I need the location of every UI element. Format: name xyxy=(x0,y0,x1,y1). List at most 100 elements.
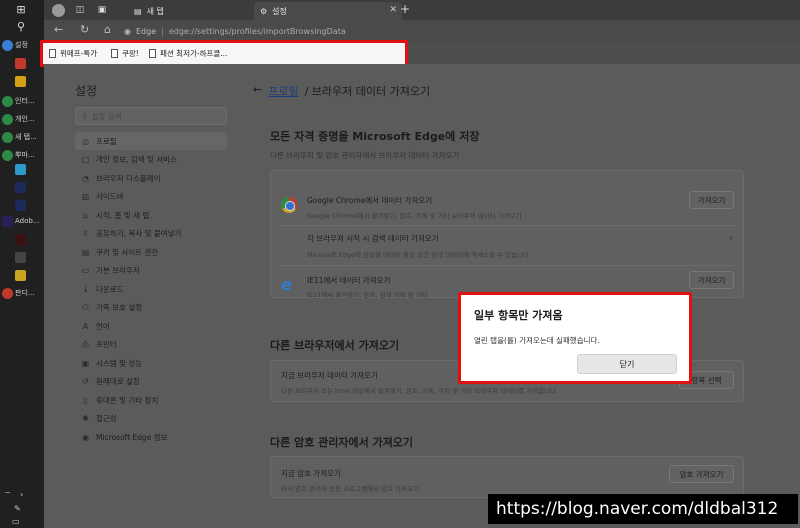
folder-icon[interactable] xyxy=(15,76,26,87)
sidebar-item-language[interactable]: A 언어 xyxy=(75,317,227,335)
sidebar-item-display[interactable]: ◔ 브라우저 디스플레이 xyxy=(75,169,227,187)
wifi-icon[interactable]: ⌔ xyxy=(4,490,12,500)
taskbar-app-settings[interactable]: 설정 xyxy=(2,36,42,54)
taskbar-app-chrome-2[interactable]: 개인... xyxy=(2,110,42,128)
sidebar-item-printer[interactable]: ⎙ 프린터 xyxy=(75,336,227,354)
adobe-app-icon[interactable] xyxy=(15,234,26,245)
share-icon: ⇪ xyxy=(82,229,89,238)
close-icon[interactable]: ✕ xyxy=(389,5,397,15)
watermark: https://blog.naver.com/dldbal312 xyxy=(488,494,798,524)
sidebar-item-share[interactable]: ⇪ 공유하기, 복사 및 붙여넣기 xyxy=(75,225,227,243)
person-icon: ◎ xyxy=(82,136,89,146)
settings-app-icon xyxy=(2,39,13,51)
gear-icon: ⚙ xyxy=(260,6,268,16)
partial-import-dialog: 일부 항목만 가져옴 열린 탭을(를) 가져오는데 실패했습니다. 닫기 xyxy=(458,292,692,384)
search-icon[interactable]: ⚲ xyxy=(14,20,28,34)
reset-icon: ↺ xyxy=(82,377,89,386)
workspaces-icon[interactable]: ◫ xyxy=(74,4,86,16)
dialog-message: 열린 탭을(를) 가져오는데 실패했습니다. xyxy=(474,336,600,345)
app-icon-red[interactable] xyxy=(15,58,26,69)
section1-subtitle: 다른 브라우저 및 암호 관리자에서 브라우저 데이터 가져오기 xyxy=(270,151,460,160)
family-icon: ⚇ xyxy=(81,303,90,312)
sidebar-item-label: 프린터 xyxy=(96,340,117,349)
sidebar-item-label: 브라우저 디스플레이 xyxy=(96,173,161,183)
sidebar-item-label: 시스템 및 성능 xyxy=(96,358,143,368)
address-bar[interactable]: ◉ Edge | edge://settings/profiles/import… xyxy=(124,23,346,39)
sidebar-item-lock[interactable]: ▢ 개인 정보, 검색 및 서비스 xyxy=(75,151,227,169)
sidebar-item-reset[interactable]: ↺ 원래대로 설정 xyxy=(75,373,227,391)
sidebar-item-label: 프로필 xyxy=(96,136,117,146)
sidebar-item-sidebar[interactable]: ▥ 사이드바 xyxy=(75,188,227,206)
chrome-import-button[interactable]: 가져오기 xyxy=(689,191,734,209)
browser-window: ◫ ▣ ▤ 새 탭 ⚙ 설정 ✕ + ← ↻ ⌂ ◉ Edge | edge:/… xyxy=(40,0,800,528)
lock-icon: ▢ xyxy=(81,155,90,164)
photoshop-icon-2[interactable] xyxy=(15,200,26,211)
chevron-right-icon[interactable]: › xyxy=(729,233,733,244)
chrome-import-title: Google Chrome에서 데이터 가져오기 xyxy=(307,196,433,205)
sidebar-item-edge[interactable]: ◉ Microsoft Edge 정보 xyxy=(75,428,227,446)
tab-actions-icon[interactable]: ▣ xyxy=(96,4,108,16)
toolbar: ← ↻ ⌂ ◉ Edge | edge://settings/profiles/… xyxy=(44,20,800,42)
tab-new-tab[interactable]: ▤ 새 탭 xyxy=(128,2,214,20)
new-tab-button[interactable]: + xyxy=(400,2,410,16)
search-input[interactable]: ⚲ 설정 검색 xyxy=(75,107,227,125)
sidebar-item-accessibility[interactable]: ✱ 접근성 xyxy=(75,410,227,428)
sidebar-item-label: 원래대로 설정 xyxy=(96,377,140,386)
photoshop-icon[interactable] xyxy=(15,182,26,193)
keyboard-icon[interactable]: ▭ xyxy=(12,517,20,526)
windows-start-icon[interactable]: ⊞ xyxy=(14,3,28,17)
favorite-item-2[interactable]: 쿠팡! xyxy=(111,48,139,59)
ie-icon: e xyxy=(281,275,292,294)
address-url: edge://settings/profiles/importBrowsingD… xyxy=(168,26,346,36)
sidebar-item-label: 가족 보호 설정 xyxy=(96,303,143,312)
tab-bar: ◫ ▣ ▤ 새 탭 ⚙ 설정 ✕ + xyxy=(44,0,800,20)
sidebar-item-system[interactable]: ▣ 시스템 및 성능 xyxy=(75,354,227,372)
chevron-right-icon[interactable]: › xyxy=(20,490,23,499)
taskbar-app-chrome-4[interactable]: 뿌마... xyxy=(2,146,42,164)
password-import-title: 지금 암호 가져오기 xyxy=(281,469,341,478)
pen-icon[interactable]: ✎ xyxy=(14,504,21,513)
taskbar-app-chrome-1[interactable]: 인터... xyxy=(2,92,42,110)
refresh-icon[interactable]: ↻ xyxy=(80,24,89,36)
sidebar-item-family[interactable]: ⚇ 가족 보호 설정 xyxy=(75,299,227,317)
taskbar-app-adobe[interactable]: Adob... xyxy=(2,212,42,230)
document-icon[interactable] xyxy=(15,252,26,263)
sidebar-item-download[interactable]: ↓ 다운로드 xyxy=(75,280,227,298)
taskbar-app-pandi[interactable]: 판디... xyxy=(2,284,42,302)
sidebar-item-cookie[interactable]: ▤ 쿠키 및 사이트 권한 xyxy=(75,243,227,261)
page-icon xyxy=(111,49,118,58)
premiere-icon xyxy=(2,215,13,227)
favorite-item-1[interactable]: 위메프-특가 xyxy=(49,48,97,59)
download-icon: ↓ xyxy=(82,284,89,294)
taskbar-app-chrome-3[interactable]: 새 탭... xyxy=(2,128,42,146)
sidebar-item-label: 쿠키 및 사이트 권한 xyxy=(96,247,159,257)
chrome-icon xyxy=(2,95,13,107)
app-icon-yellow[interactable] xyxy=(15,270,26,281)
profile-avatar[interactable] xyxy=(52,4,65,17)
ie-import-button[interactable]: 가져오기 xyxy=(689,271,734,289)
auto-import-title: 각 브라우저 시작 시 검색 데이터 가져오기 xyxy=(307,234,439,243)
ie-import-title: IE11에서 데이터 가져오기 xyxy=(307,276,391,285)
tab-icon: ▤ xyxy=(134,6,142,16)
sidebar-item-label: 개인 정보, 검색 및 서비스 xyxy=(96,155,177,164)
auto-import-desc: Microsoft Edge에 검색할 데이터 항상 최근 검색 데이터에 액세… xyxy=(307,251,532,259)
system-tray: ⌔ › ✎ ▭ xyxy=(0,484,44,528)
home-icon[interactable]: ⌂ xyxy=(104,24,111,36)
language-icon: A xyxy=(82,321,89,331)
sidebar-item-home[interactable]: ⌂ 시작, 홈 및 새 탭 xyxy=(75,206,227,224)
sidebar-item-browser[interactable]: ▭ 기본 브라우저 xyxy=(75,262,227,280)
dialog-close-button[interactable]: 닫기 xyxy=(577,354,677,374)
breadcrumb-profile-link[interactable]: 프로필 xyxy=(268,83,298,99)
edge-icon: ◉ xyxy=(82,432,89,442)
sidebar-item-person[interactable]: ◎ 프로필 xyxy=(75,132,227,150)
tab-settings[interactable]: ⚙ 설정 ✕ xyxy=(254,2,402,20)
app-icon-blue[interactable] xyxy=(15,164,26,175)
favorite-item-3[interactable]: 패션 최저가-하프클... xyxy=(149,48,227,59)
page-icon xyxy=(149,49,156,58)
sidebar-item-phone[interactable]: ▯ 휴대폰 및 기타 장치 xyxy=(75,391,227,409)
back-arrow-icon[interactable]: ← xyxy=(253,83,262,99)
password-managers-card: 지금 암호 가져오기 타사 암호 관리자 응용 프로그램에서 암호 가져오기 암… xyxy=(270,456,744,498)
chrome-icon xyxy=(2,131,13,143)
import-passwords-button[interactable]: 암호 가져오기 xyxy=(669,465,734,483)
back-icon[interactable]: ← xyxy=(54,24,63,36)
